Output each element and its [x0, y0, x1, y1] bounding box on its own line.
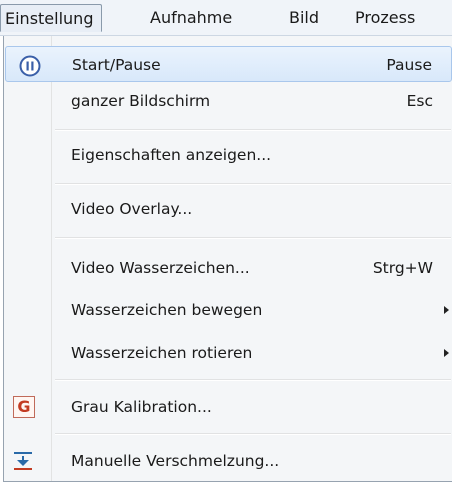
menu-separator	[55, 183, 451, 185]
menu-item-manual-merge[interactable]: Manuelle Verschmelzung...	[4, 443, 452, 479]
menu-bild[interactable]: Bild	[289, 4, 319, 32]
menu-item-shortcut: Pause	[386, 56, 432, 74]
menu-item-label: Start/Pause	[72, 56, 161, 74]
menu-item-label: Manuelle Verschmelzung...	[71, 452, 280, 470]
menu-bar: Einstellung Aufnahme Bild Prozess	[0, 0, 452, 36]
submenu-arrow-icon	[444, 306, 449, 314]
menu-item-label: Wasserzeichen bewegen	[71, 301, 263, 319]
menu-item-start-pause[interactable]: Start/Pause Pause	[5, 46, 452, 82]
menu-item-label: Wasserzeichen rotieren	[71, 344, 253, 362]
menu-item-shortcut: Esc	[406, 92, 433, 110]
menu-separator	[55, 379, 451, 381]
menu-einstellung[interactable]: Einstellung	[0, 4, 103, 32]
menu-item-label: Video Wasserzeichen...	[71, 259, 250, 277]
merge-down-icon	[14, 452, 32, 470]
menu-item-watermark[interactable]: Video Wasserzeichen... Strg+W	[4, 250, 452, 286]
pause-circle-icon	[19, 55, 41, 77]
menu-item-watermark-move[interactable]: Wasserzeichen bewegen	[4, 292, 452, 328]
menu-item-label: Video Overlay...	[71, 200, 193, 218]
menu-item-watermark-rotate[interactable]: Wasserzeichen rotieren	[4, 335, 452, 371]
menu-prozess[interactable]: Prozess	[355, 4, 415, 32]
menu-item-properties[interactable]: Eigenschaften anzeigen...	[4, 137, 452, 173]
menu-item-label: Eigenschaften anzeigen...	[71, 146, 272, 164]
grau-g-icon: G	[13, 396, 35, 418]
menu-item-gray-calibration[interactable]: G Grau Kalibration...	[4, 389, 452, 425]
menu-aufnahme[interactable]: Aufnahme	[150, 4, 232, 32]
einstellung-dropdown-menu: Start/Pause Pause ganzer Bildschirm Esc …	[3, 36, 452, 482]
menu-item-label: ganzer Bildschirm	[71, 92, 211, 110]
menu-item-video-overlay[interactable]: Video Overlay...	[4, 191, 452, 227]
menu-item-fullscreen[interactable]: ganzer Bildschirm Esc	[4, 83, 452, 119]
menu-separator	[55, 129, 451, 131]
menu-item-label: Grau Kalibration...	[71, 398, 212, 416]
menu-separator	[55, 237, 451, 239]
menu-item-shortcut: Strg+W	[372, 259, 433, 277]
menu-separator	[55, 433, 451, 435]
submenu-arrow-icon	[444, 349, 449, 357]
